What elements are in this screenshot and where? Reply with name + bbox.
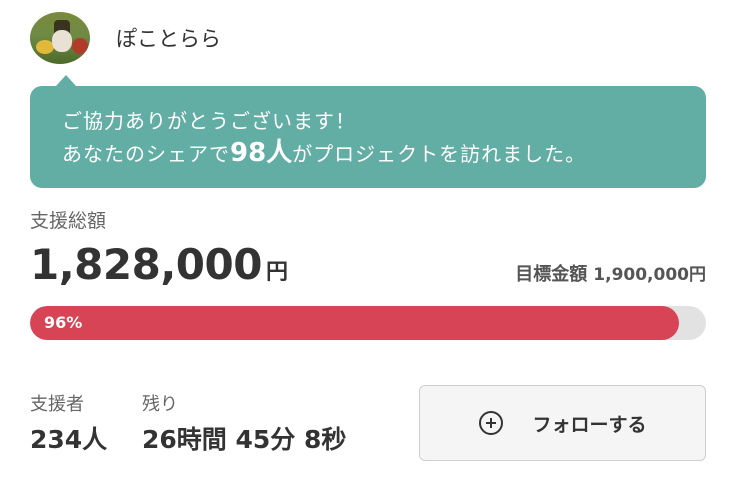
progress-fill: 96%: [30, 306, 679, 340]
user-header: ぽことらら: [30, 12, 221, 64]
visitor-count: 98人: [230, 138, 293, 168]
currency-label: 円: [265, 260, 288, 285]
username[interactable]: ぽことらら: [116, 23, 221, 53]
progress-bar: 96%: [30, 306, 706, 340]
avatar-dog: [52, 30, 72, 52]
goal-label: 目標金額: [515, 264, 588, 285]
total-amount: 1,828,000 円: [30, 240, 288, 289]
avatar-fruit-red: [72, 38, 88, 54]
plus-circle-icon: [479, 411, 504, 435]
share-result-message: あなたのシェアで98人がプロジェクトを訪れました。: [62, 136, 706, 171]
follow-button[interactable]: フォローする: [419, 385, 706, 461]
share-suffix: がプロジェクトを訪れました。: [292, 142, 587, 166]
follow-label: フォローする: [532, 413, 647, 436]
supporters-value: 234人: [30, 425, 108, 454]
share-prefix: あなたのシェアで: [62, 142, 230, 166]
goal-amount: 目標金額 1,900,000円: [515, 260, 706, 286]
remaining-label: 残り: [142, 394, 178, 415]
supporters-label: 支援者: [30, 394, 84, 415]
avatar[interactable]: [30, 12, 90, 64]
total-label: 支援総額: [30, 210, 107, 232]
total-amount-value: 1,828,000: [30, 240, 262, 289]
goal-value: 1,900,000円: [593, 265, 706, 285]
share-thanks-bubble: ご協力ありがとうございます！ あなたのシェアで98人がプロジェクトを訪れました。: [30, 75, 706, 188]
thanks-message: ご協力ありがとうございます！: [62, 109, 356, 133]
remaining-time: 26時間 45分 8秒: [142, 425, 347, 454]
